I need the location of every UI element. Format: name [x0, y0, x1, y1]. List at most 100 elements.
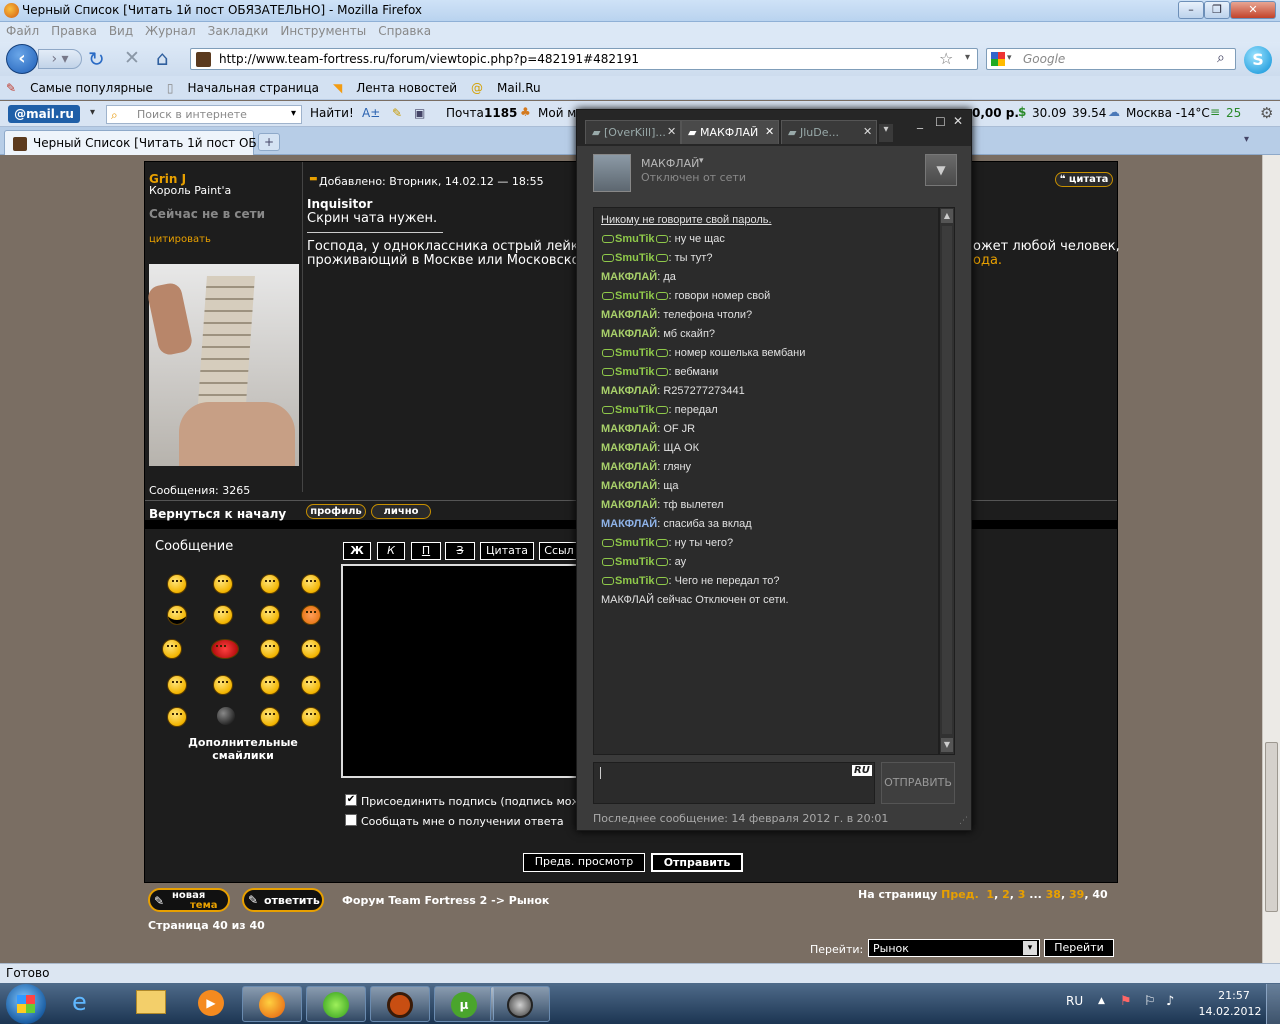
friend-name[interactable]: МАКФЛАЙ — [641, 157, 699, 170]
bookmark-mailru[interactable]: Mail.Ru — [497, 81, 541, 95]
steam-tab-jlude-close-icon[interactable]: ✕ — [863, 125, 872, 138]
steam-tab-menu-icon[interactable]: ▾ — [879, 124, 893, 142]
chat-message-sender[interactable]: МАКФЛАЙ — [601, 461, 657, 473]
worried-icon[interactable] — [213, 675, 233, 695]
back-to-top-link[interactable]: Вернуться к началу — [149, 507, 286, 521]
page-scrollbar-thumb[interactable] — [1265, 742, 1278, 912]
taskbar-steam[interactable] — [490, 986, 550, 1022]
smile-icon[interactable] — [167, 574, 187, 594]
bold-button[interactable]: Ж — [343, 542, 371, 560]
maximize-button[interactable]: ❐ — [1204, 1, 1230, 19]
chat-message-sender[interactable]: SmuTik — [615, 556, 655, 568]
strike-button[interactable]: З — [445, 542, 475, 560]
page-link-1[interactable]: 1 — [986, 888, 994, 901]
stop-icon[interactable]: ✕ — [124, 47, 140, 69]
new-topic-button[interactable]: ✎ новая тема — [148, 888, 230, 912]
bookmark-news[interactable]: Лента новостей — [356, 81, 457, 95]
reload-icon[interactable]: ↻ — [88, 47, 105, 71]
page-link-2[interactable]: 2 — [1002, 888, 1010, 901]
chat-message-sender[interactable]: МАКФЛАЙ — [601, 328, 657, 340]
steam-close-button[interactable]: ✕ — [953, 114, 963, 128]
forward-button[interactable]: › ▾ — [38, 49, 82, 69]
mailru-menu-icon[interactable]: ▾ — [90, 107, 95, 118]
media-player-icon[interactable]: ▶ — [198, 990, 224, 1016]
scroll-down-icon[interactable]: ▼ — [941, 738, 953, 752]
search-bar[interactable]: ▾ Google ⌕ — [986, 48, 1236, 70]
menu-tools[interactable]: Инструменты — [274, 22, 372, 40]
select-arrow-icon[interactable]: ▾ — [1023, 941, 1037, 955]
menu-edit[interactable]: Правка — [45, 22, 103, 40]
submit-button[interactable]: Отправить — [651, 853, 743, 872]
mailru-logo[interactable]: @mail.ru — [8, 105, 80, 123]
wink-icon[interactable] — [260, 639, 280, 659]
settings-gear-icon[interactable]: ⚙ — [1260, 104, 1273, 122]
friend-options-button[interactable]: ▼ — [925, 154, 957, 186]
action-center-icon[interactable]: ⚐ — [1144, 994, 1156, 1009]
shock-icon[interactable] — [301, 639, 321, 659]
rose-icon[interactable] — [301, 675, 321, 695]
breadcrumb[interactable]: Форум Team Fortress 2 -> Рынок — [342, 894, 549, 907]
more-smilies-link[interactable]: Дополнительные смайлики — [175, 736, 311, 762]
chat-scrollbar[interactable]: ▲ ▼ — [939, 207, 955, 755]
screen-icon[interactable]: ▣ — [414, 106, 425, 120]
shy-icon[interactable] — [260, 605, 280, 625]
mailru-search-dropdown-icon[interactable]: ▾ — [291, 108, 296, 119]
explorer-icon[interactable] — [136, 990, 166, 1014]
devil-icon[interactable] — [211, 639, 239, 659]
start-button[interactable] — [6, 984, 46, 1024]
new-tab-button[interactable]: + — [258, 133, 280, 151]
menu-file[interactable]: Файл — [0, 22, 45, 40]
chat-input[interactable]: RU — [593, 762, 875, 804]
resize-grip-icon[interactable]: ⋰ — [959, 816, 968, 826]
profile-button[interactable]: профиль — [306, 504, 366, 519]
search-magnifier-icon[interactable]: ⌕ — [1217, 50, 1225, 66]
chat-message-sender[interactable]: SmuTik — [615, 404, 655, 416]
chat-message-sender[interactable]: SmuTik — [615, 347, 655, 359]
steam-minimize-button[interactable]: _ — [917, 115, 923, 129]
back-button[interactable]: ‹ — [6, 44, 38, 74]
chat-message-sender[interactable]: МАКФЛАЙ — [601, 423, 657, 435]
chat-message-sender[interactable]: МАКФЛАЙ — [601, 480, 657, 492]
pm-button[interactable]: лично — [371, 504, 431, 519]
chat-message-sender[interactable]: МАКФЛАЙ — [601, 499, 657, 511]
page-link-39[interactable]: 39 — [1069, 888, 1084, 901]
url-dropdown-icon[interactable]: ▾ — [965, 52, 970, 63]
grin-icon[interactable] — [260, 574, 280, 594]
underline-button[interactable]: П — [411, 542, 441, 560]
search-engine-dropdown-icon[interactable]: ▾ — [1007, 53, 1012, 63]
quote-button[interactable]: ❝ цитата — [1055, 172, 1113, 187]
chat-message-sender[interactable]: SmuTik — [615, 575, 655, 587]
taskbar-tf2[interactable] — [370, 986, 430, 1022]
chat-message-sender[interactable]: МАКФЛАЙ — [601, 442, 657, 454]
tray-expand-icon[interactable]: ▲ — [1098, 996, 1105, 1006]
question-icon[interactable] — [167, 707, 187, 727]
steam-tab-overkill-close-icon[interactable]: ✕ — [667, 125, 676, 138]
chat-scrollbar-thumb[interactable] — [942, 226, 952, 734]
network-icon[interactable]: ⚑ — [1120, 994, 1132, 1009]
home-icon[interactable]: ⌂ — [156, 46, 169, 70]
taskbar-firefox[interactable] — [242, 986, 302, 1022]
close-button[interactable]: ✕ — [1230, 1, 1276, 19]
taskbar-icq[interactable] — [306, 986, 366, 1022]
taskbar-utorrent[interactable]: µ — [434, 986, 494, 1022]
menu-view[interactable]: Вид — [103, 22, 139, 40]
chat-message-sender[interactable]: SmuTik — [615, 252, 655, 264]
mailru-find-button[interactable]: Найти! — [310, 106, 354, 120]
chat-message-sender[interactable]: SmuTik — [615, 290, 655, 302]
link-button[interactable]: Ссыл — [539, 542, 579, 560]
highlight-icon[interactable]: ✎ — [392, 106, 402, 120]
ie-icon[interactable]: e — [72, 988, 87, 1016]
sad-icon[interactable] — [213, 574, 233, 594]
bookmark-popular[interactable]: Самые популярные — [30, 81, 153, 95]
quote-link[interactable]: цитировать — [149, 234, 211, 245]
font-size-icon[interactable]: A± — [362, 106, 380, 120]
menu-bookmarks[interactable]: Закладки — [202, 22, 275, 40]
chat-message-sender[interactable]: МАКФЛАЙ — [601, 271, 657, 283]
url-bar[interactable]: http://www.team-fortress.ru/forum/viewto… — [190, 48, 978, 70]
italic-button[interactable]: К — [377, 542, 405, 560]
crazy-icon[interactable] — [167, 675, 187, 695]
page-link-38[interactable]: 38 — [1046, 888, 1061, 901]
scared-icon[interactable] — [260, 707, 280, 727]
tab-list-icon[interactable]: ▾ — [1244, 134, 1249, 145]
clock-date[interactable]: 14.02.2012 — [1198, 1005, 1262, 1018]
